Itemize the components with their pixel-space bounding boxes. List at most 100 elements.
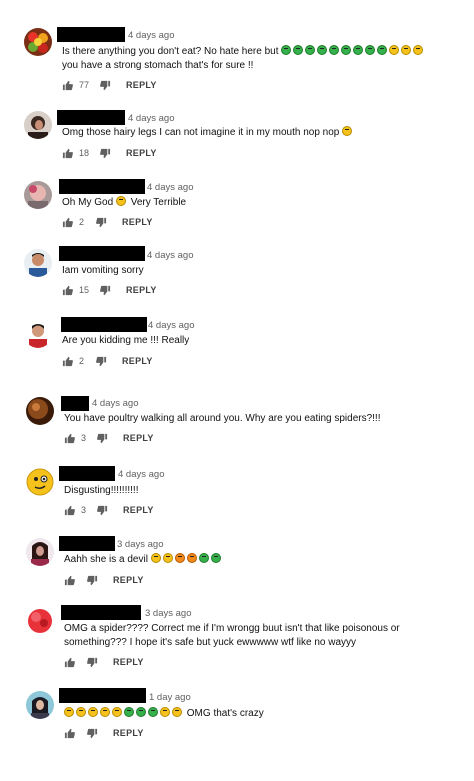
comment-timestamp[interactable]: 3 days ago	[117, 539, 163, 551]
like-count: 77	[79, 80, 90, 90]
thumbs-down-icon[interactable]	[87, 575, 98, 586]
comment-actions: 15 REPLY	[62, 284, 262, 298]
reply-button[interactable]: REPLY	[113, 574, 144, 587]
author-name-redacted[interactable]	[59, 246, 145, 261]
comment-timestamp[interactable]: 3 days ago	[145, 608, 191, 620]
author-name-redacted[interactable]	[59, 688, 146, 703]
angry-face-emoji-icon	[174, 553, 185, 563]
comment-timestamp[interactable]: 4 days ago	[92, 398, 138, 410]
reply-button[interactable]: REPLY	[126, 147, 157, 160]
comment-actions: REPLY	[64, 656, 264, 670]
avatar[interactable]	[26, 607, 54, 635]
author-name-redacted[interactable]	[57, 27, 125, 42]
thumbs-up-icon[interactable]	[62, 148, 73, 159]
nauseated-face-emoji-icon	[341, 45, 352, 55]
weary-face-emoji-icon	[413, 45, 424, 55]
thumbs-up-icon[interactable]	[62, 80, 73, 91]
reply-button[interactable]: REPLY	[113, 727, 144, 740]
weary-face-emoji-icon	[76, 707, 86, 717]
thumbs-up-icon[interactable]	[62, 356, 73, 367]
avatar[interactable]	[26, 397, 54, 425]
nauseated-face-emoji-icon	[124, 707, 134, 717]
comment-timestamp[interactable]: 4 days ago	[147, 250, 193, 262]
avatar[interactable]	[24, 181, 52, 209]
author-name-redacted[interactable]	[59, 536, 115, 551]
comment-text-line: Oh My God	[62, 197, 114, 208]
reply-button[interactable]: REPLY	[113, 656, 144, 669]
weary-face-emoji-icon	[389, 45, 400, 55]
comment-text: Oh My God Very Terrible	[62, 195, 186, 210]
thumbs-down-icon[interactable]	[97, 433, 108, 444]
reply-button[interactable]: REPLY	[122, 355, 153, 368]
comment-timestamp[interactable]: 4 days ago	[128, 30, 174, 42]
comment-actions: 2 REPLY	[62, 355, 262, 369]
screaming-face-emoji-icon	[150, 553, 161, 563]
reply-button[interactable]: REPLY	[126, 79, 157, 92]
comment-text-line-2: something??? I hope it's safe but yuck e…	[64, 637, 357, 648]
emoji-group	[64, 707, 184, 719]
author-name-redacted[interactable]	[61, 605, 141, 620]
weary-face-emoji-icon	[160, 707, 170, 717]
thumbs-up-icon[interactable]	[64, 575, 75, 586]
thumbs-down-icon[interactable]	[87, 728, 98, 739]
thumbs-down-icon[interactable]	[96, 217, 107, 228]
comment-actions: REPLY	[64, 727, 264, 741]
comment-timestamp[interactable]: 4 days ago	[147, 182, 193, 194]
author-name-redacted[interactable]	[61, 317, 147, 332]
thumbs-down-icon[interactable]	[100, 285, 111, 296]
thumbs-up-icon[interactable]	[64, 728, 75, 739]
nauseated-face-emoji-icon	[198, 553, 209, 563]
thumbs-down-icon[interactable]	[100, 80, 111, 91]
screaming-face-emoji-icon	[115, 196, 126, 206]
comment-timestamp[interactable]: 1 day ago	[149, 692, 191, 704]
avatar[interactable]	[24, 28, 52, 56]
avatar[interactable]	[24, 320, 52, 348]
weary-face-emoji-icon	[88, 707, 98, 717]
thumbs-down-icon[interactable]	[100, 148, 111, 159]
comment-timestamp[interactable]: 4 days ago	[148, 320, 194, 332]
avatar[interactable]	[24, 111, 52, 139]
comment-actions: 18 REPLY	[62, 147, 262, 161]
thumbs-up-icon[interactable]	[64, 505, 75, 516]
like-count: 3	[81, 505, 87, 515]
comment-timestamp[interactable]: 4 days ago	[118, 469, 164, 481]
comment-text: Iam vomiting sorry	[62, 265, 144, 276]
author-name-redacted[interactable]	[61, 396, 89, 411]
avatar[interactable]	[24, 249, 52, 277]
comment-text: OMG that's crazy	[64, 706, 264, 721]
comment-timestamp[interactable]: 4 days ago	[128, 113, 174, 125]
thumbs-up-icon[interactable]	[64, 433, 75, 444]
reply-button[interactable]: REPLY	[123, 432, 154, 445]
reply-button[interactable]: REPLY	[122, 216, 153, 229]
author-name-redacted[interactable]	[57, 110, 125, 125]
angry-face-emoji-icon	[186, 553, 197, 563]
comment-text-line-2: you have a strong stomach that's for sur…	[62, 60, 254, 71]
comment-text: You have poultry walking all around you.…	[64, 413, 381, 424]
nauseated-face-emoji-icon	[377, 45, 388, 55]
avatar[interactable]	[26, 538, 54, 566]
thumbs-down-icon[interactable]	[96, 356, 107, 367]
comment-actions: 3 REPLY	[64, 432, 264, 446]
comment-text-line: Aahh she is a devil	[64, 554, 148, 565]
screaming-face-emoji-icon	[162, 553, 173, 563]
nauseated-face-emoji-icon	[329, 45, 340, 55]
comment-actions: REPLY	[64, 574, 264, 588]
thumbs-up-icon[interactable]	[64, 657, 75, 668]
avatar[interactable]	[26, 691, 54, 719]
thumbs-up-icon[interactable]	[62, 217, 73, 228]
comment-text-line: Is there anything you don't eat? No hate…	[62, 46, 279, 57]
thumbs-up-icon[interactable]	[62, 285, 73, 296]
weary-face-emoji-icon	[112, 707, 122, 717]
reply-button[interactable]: REPLY	[126, 284, 157, 297]
comment-text: Aahh she is a devil	[64, 552, 223, 567]
like-count: 15	[79, 285, 90, 295]
author-name-redacted[interactable]	[59, 466, 115, 481]
comment-actions: 2 REPLY	[62, 216, 262, 230]
reply-button[interactable]: REPLY	[123, 504, 154, 517]
comment-text-line: OMG a spider???? Correct me if I'm wrong…	[64, 623, 400, 634]
thumbs-down-icon[interactable]	[87, 657, 98, 668]
thumbs-down-icon[interactable]	[97, 505, 108, 516]
avatar[interactable]	[26, 468, 54, 496]
nauseated-face-emoji-icon	[210, 553, 221, 563]
author-name-redacted[interactable]	[59, 179, 145, 194]
